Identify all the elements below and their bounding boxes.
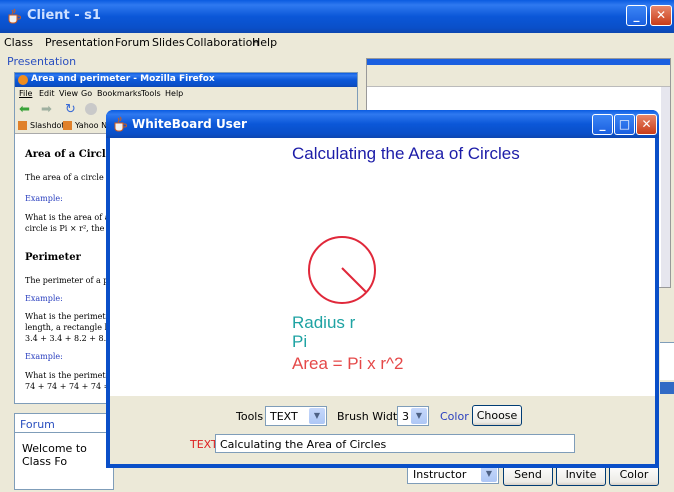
- bookmark-slashdot[interactable]: Slashdot: [30, 121, 65, 130]
- example-link-3[interactable]: Example:: [25, 352, 63, 362]
- menu-collaboration[interactable]: Collaboration: [186, 36, 259, 49]
- whiteboard-minimize-button[interactable]: _: [592, 114, 613, 135]
- whiteboard-text-input[interactable]: Calculating the Area of Circles: [215, 434, 575, 453]
- tools-select-value: TEXT: [270, 410, 298, 423]
- right-panel-field: [660, 342, 674, 380]
- choose-color-button[interactable]: Choose: [472, 405, 522, 426]
- area-formula: Area = Pi x r^2: [292, 354, 404, 373]
- whiteboard-title-bar[interactable]: WhiteBoard User _ □ ✕: [106, 110, 659, 138]
- reload-icon[interactable]: ↻: [65, 102, 76, 117]
- forum-panel: Forum Welcome to Class Fo: [14, 413, 114, 490]
- browser-menu-edit[interactable]: Edit: [39, 89, 55, 98]
- forum-label: Forum: [20, 418, 55, 431]
- menu-forum[interactable]: Forum: [115, 36, 150, 49]
- browser-menu-view[interactable]: View: [59, 89, 78, 98]
- browser-menu-tools[interactable]: Tools: [141, 89, 161, 98]
- whiteboard-maximize-button[interactable]: □: [614, 114, 635, 135]
- right-panel-selection: [660, 382, 674, 394]
- mode-label: TEXT: [190, 438, 218, 451]
- menu-class[interactable]: Class: [4, 36, 33, 49]
- firefox-icon: [18, 75, 28, 85]
- menu-presentation[interactable]: Presentation: [45, 36, 114, 49]
- whiteboard-toolbar: Tools TEXT ▼ Brush Width 3 ▼ Color Choos…: [110, 396, 655, 464]
- pi-label: Pi: [292, 332, 308, 351]
- heading-perimeter: Perimeter: [25, 252, 81, 263]
- stop-icon[interactable]: [85, 103, 97, 115]
- java-cup-icon: [6, 8, 22, 24]
- color-label: Color: [440, 410, 469, 423]
- example-link-2[interactable]: Example:: [25, 294, 63, 304]
- forum-divider: [15, 432, 113, 433]
- browser-menu: File Edit View Go Bookmarks Tools Help: [15, 87, 357, 101]
- forward-icon[interactable]: ➡: [41, 102, 52, 117]
- main-minimize-button[interactable]: _: [626, 5, 647, 26]
- whiteboard-text-input-value: Calculating the Area of Circles: [220, 438, 387, 451]
- main-menu-bar: Class Presentation Forum Slides Collabor…: [0, 33, 674, 52]
- yahoo-icon: [63, 121, 72, 130]
- menu-help[interactable]: Help: [252, 36, 277, 49]
- whiteboard-title: WhiteBoard User: [132, 117, 247, 131]
- tools-select[interactable]: TEXT ▼: [265, 406, 327, 426]
- browser-menu-go[interactable]: Go: [81, 89, 92, 98]
- forum-welcome-message: Welcome to Class Fo: [22, 442, 87, 468]
- heading-area-of-circle: Area of a Circle: [25, 149, 113, 160]
- main-title-bar[interactable]: Client - s1 _ ✕: [0, 0, 674, 33]
- radius-label: Radius r: [292, 313, 356, 332]
- whiteboard-heading: Calculating the Area of Circles: [292, 144, 520, 163]
- brush-width-select[interactable]: 3 ▼: [397, 406, 429, 426]
- thumbnail-toolbar: [367, 65, 670, 87]
- whiteboard-canvas[interactable]: Calculating the Area of Circles Radius r…: [110, 138, 655, 396]
- right-lower-panel: [660, 296, 674, 406]
- browser-menu-file[interactable]: File: [19, 89, 32, 98]
- circle-drawing: [308, 236, 376, 304]
- main-window-title: Client - s1: [27, 8, 101, 23]
- browser-menu-help[interactable]: Help: [165, 89, 183, 98]
- whiteboard-java-icon: [112, 116, 128, 132]
- back-icon[interactable]: ⬅: [19, 102, 30, 117]
- whiteboard-window: WhiteBoard User _ □ ✕ Calculating the Ar…: [106, 110, 659, 468]
- browser-menu-bookmarks[interactable]: Bookmarks: [97, 89, 142, 98]
- whiteboard-close-button[interactable]: ✕: [636, 114, 657, 135]
- presentation-panel-label: Presentation: [7, 55, 77, 68]
- browser-title-bar: Area and perimeter - Mozilla Firefox: [15, 73, 357, 87]
- tools-label: Tools: [236, 410, 264, 423]
- main-close-button[interactable]: ✕: [650, 5, 672, 26]
- brush-width-label: Brush Width: [337, 410, 405, 423]
- tools-dropdown-icon: ▼: [309, 408, 325, 424]
- thumbnail-scrollbar[interactable]: [661, 87, 670, 287]
- example-link-1[interactable]: Example:: [25, 194, 63, 204]
- slashdot-icon: [18, 121, 27, 130]
- role-select-value: Instructor: [413, 468, 467, 481]
- brush-width-value: 3: [402, 410, 409, 423]
- role-dropdown-icon: ▼: [481, 466, 497, 482]
- menu-slides[interactable]: Slides: [152, 36, 185, 49]
- brush-dropdown-icon: ▼: [411, 408, 427, 424]
- browser-title: Area and perimeter - Mozilla Firefox: [31, 74, 215, 84]
